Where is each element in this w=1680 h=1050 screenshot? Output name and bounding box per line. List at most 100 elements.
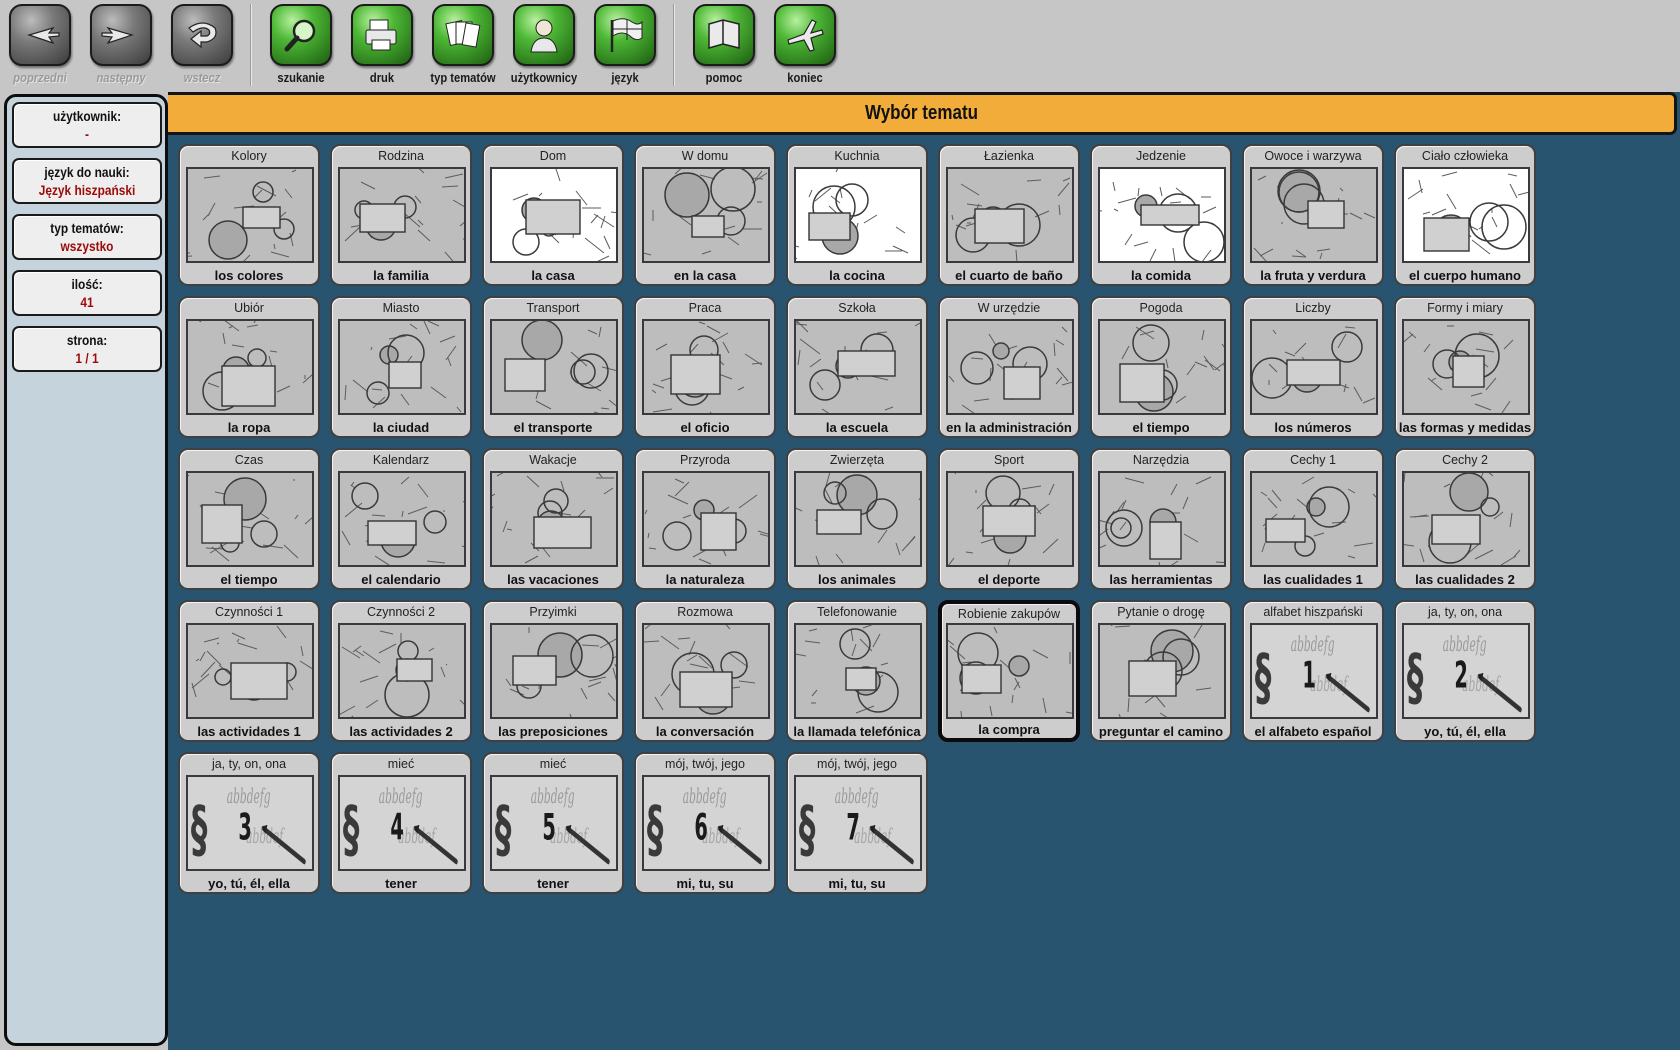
- topic-card[interactable]: alfabet hiszpański abbdefg abbdef § 1 el…: [1242, 600, 1384, 742]
- topic-card[interactable]: Telefonowanie la llamada telefónica: [786, 600, 928, 742]
- typ-tematow-button[interactable]: typ tematów: [425, 3, 501, 89]
- druk-button[interactable]: druk: [344, 3, 420, 89]
- tent-icon: [490, 471, 618, 567]
- poprzedni-button[interactable]: poprzedni: [2, 3, 78, 89]
- uzytkownicy-label: użytkownicy: [510, 70, 578, 85]
- arrow-right-icon: [90, 4, 152, 66]
- topic-card[interactable]: Narzędzia las herramientas: [1090, 448, 1232, 590]
- topic-card[interactable]: Przyroda la naturaleza: [634, 448, 776, 590]
- door-2-icon: [338, 623, 466, 719]
- topic-card[interactable]: Jedzenie la comida: [1090, 144, 1232, 286]
- topic-card[interactable]: Szkoła la escuela: [786, 296, 928, 438]
- storm-icon: [1098, 319, 1226, 415]
- topic-card[interactable]: Formy i miary las formas y medidas: [1394, 296, 1536, 438]
- topic-card[interactable]: Pytanie o drogę preguntar el camino: [1090, 600, 1232, 742]
- topic-card[interactable]: Przyimki las preposiciones: [482, 600, 624, 742]
- topic-card[interactable]: Robienie zakupów la compra: [938, 600, 1080, 742]
- topic-title: Cechy 2: [1442, 453, 1488, 467]
- topic-caption: mi, tu, su: [676, 876, 734, 891]
- szukanie-button[interactable]: szukanie: [263, 3, 339, 89]
- topic-title: Robienie zakupów: [957, 607, 1061, 621]
- topic-card[interactable]: Kalendarz el calendario: [330, 448, 472, 590]
- flag-icon: [594, 4, 656, 66]
- topic-title: Czynności 2: [366, 605, 436, 619]
- topic-caption: la naturaleza: [665, 572, 745, 587]
- topic-card[interactable]: Zwierzęta los animales: [786, 448, 928, 590]
- nastepny-button[interactable]: następny: [83, 3, 159, 89]
- sport-icon: [946, 471, 1074, 567]
- topic-card[interactable]: Dom la casa: [482, 144, 624, 286]
- svg-text:4: 4: [390, 806, 403, 849]
- topic-title: Szkoła: [838, 301, 876, 315]
- topic-card[interactable]: Wakacje las vacaciones: [482, 448, 624, 590]
- topic-card[interactable]: Łazienka el cuarto de baño: [938, 144, 1080, 286]
- topic-card[interactable]: Owoce i warzywa la fruta y verdura: [1242, 144, 1384, 286]
- documents-icon: [432, 4, 494, 66]
- topic-title: Rozmowa: [677, 605, 733, 619]
- topic-card[interactable]: mój, twój, jego abbdefg abbdef § 6 mi, t…: [634, 752, 776, 894]
- topic-title: Ubiór: [234, 301, 264, 315]
- topic-card[interactable]: Kolory los colores: [178, 144, 320, 286]
- svg-text:abbdefg: abbdefg: [1443, 632, 1487, 656]
- toolbar: poprzedni następny wstecz szukanie druk typ t…: [0, 0, 1680, 92]
- uzytkownicy-button[interactable]: użytkownicy: [506, 3, 582, 89]
- topic-card[interactable]: mieć abbdefg abbdef § 5 tener: [482, 752, 624, 894]
- topic-card[interactable]: Ubiór la ropa: [178, 296, 320, 438]
- koniec-button[interactable]: koniec: [767, 3, 843, 89]
- topic-card[interactable]: Rodzina la familia: [330, 144, 472, 286]
- svg-text:§: §: [495, 793, 511, 866]
- topic-caption: la casa: [531, 268, 575, 283]
- topic-card[interactable]: Pogoda el tiempo: [1090, 296, 1232, 438]
- topic-card[interactable]: Praca el oficio: [634, 296, 776, 438]
- pomoc-button[interactable]: pomoc: [686, 3, 762, 89]
- topic-card[interactable]: Miasto la ciudad: [330, 296, 472, 438]
- pig-icon: [794, 471, 922, 567]
- topic-caption: la escuela: [825, 420, 889, 435]
- user-icon: [513, 4, 575, 66]
- topic-caption: el tiempo: [1132, 420, 1190, 435]
- topic-caption: el calendario: [361, 572, 441, 587]
- topic-title: Jedzenie: [1135, 149, 1187, 163]
- topic-caption: en la administración: [946, 420, 1072, 435]
- topic-card[interactable]: mieć abbdefg abbdef § 4 tener: [330, 752, 472, 894]
- topic-card[interactable]: Ciało człowieka el cuerpo humano: [1394, 144, 1536, 286]
- svg-text:7: 7: [846, 806, 859, 849]
- topic-card[interactable]: Sport el deporte: [938, 448, 1080, 590]
- household-items-icon: [642, 167, 770, 263]
- topic-card[interactable]: Liczby los números: [1242, 296, 1384, 438]
- topic-card[interactable]: Rozmowa la conversación: [634, 600, 776, 742]
- topic-card[interactable]: ja, ty, on, ona abbdefg abbdef § 2 yo, t…: [1394, 600, 1536, 742]
- house-icon: [490, 167, 618, 263]
- topic-card[interactable]: Kuchnia la cocina: [786, 144, 928, 286]
- wstecz-button[interactable]: wstecz: [164, 3, 240, 89]
- svg-text:2: 2: [1454, 654, 1467, 697]
- topic-card[interactable]: Cechy 2 las cualidades 2: [1394, 448, 1536, 590]
- topic-card[interactable]: mój, twój, jego abbdefg abbdef § 7 mi, t…: [786, 752, 928, 894]
- topic-card[interactable]: Czynności 2 las actividades 2: [330, 600, 472, 742]
- topic-caption: las vacaciones: [507, 572, 599, 587]
- topic-title: Kuchnia: [834, 149, 880, 163]
- topic-title: mieć: [539, 757, 567, 771]
- topic-card[interactable]: Transport el transporte: [482, 296, 624, 438]
- page-info-box: strona: 1 / 1: [12, 326, 162, 372]
- svg-text:§: §: [1255, 641, 1271, 714]
- topic-title: ja, ty, on, ona: [211, 757, 287, 771]
- topic-card[interactable]: W domu en la casa: [634, 144, 776, 286]
- topic-card[interactable]: Czynności 1 las actividades 1: [178, 600, 320, 742]
- bathroom-icon: [946, 167, 1074, 263]
- topic-caption: en la casa: [673, 268, 737, 283]
- topic-card[interactable]: ja, ty, on, ona abbdefg abbdef § 3 yo, t…: [178, 752, 320, 894]
- topic-caption: las formas y medidas: [1398, 420, 1532, 435]
- topic-card[interactable]: W urzędzie en la administración: [938, 296, 1080, 438]
- topic-caption: el cuerpo humano: [1409, 268, 1521, 283]
- cat-basket-icon: [490, 623, 618, 719]
- page-title: Wybór tematu: [864, 102, 978, 124]
- szukanie-label: szukanie: [277, 70, 325, 85]
- topic-caption: la compra: [978, 722, 1040, 737]
- topic-card[interactable]: Cechy 1 las cualidades 1: [1242, 448, 1384, 590]
- topic-card[interactable]: Czas el tiempo: [178, 448, 320, 590]
- topic-caption: la familia: [373, 268, 429, 283]
- tools-icon: [1098, 471, 1226, 567]
- qualities-2-icon: [1402, 471, 1530, 567]
- jezyk-button[interactable]: język: [587, 3, 663, 89]
